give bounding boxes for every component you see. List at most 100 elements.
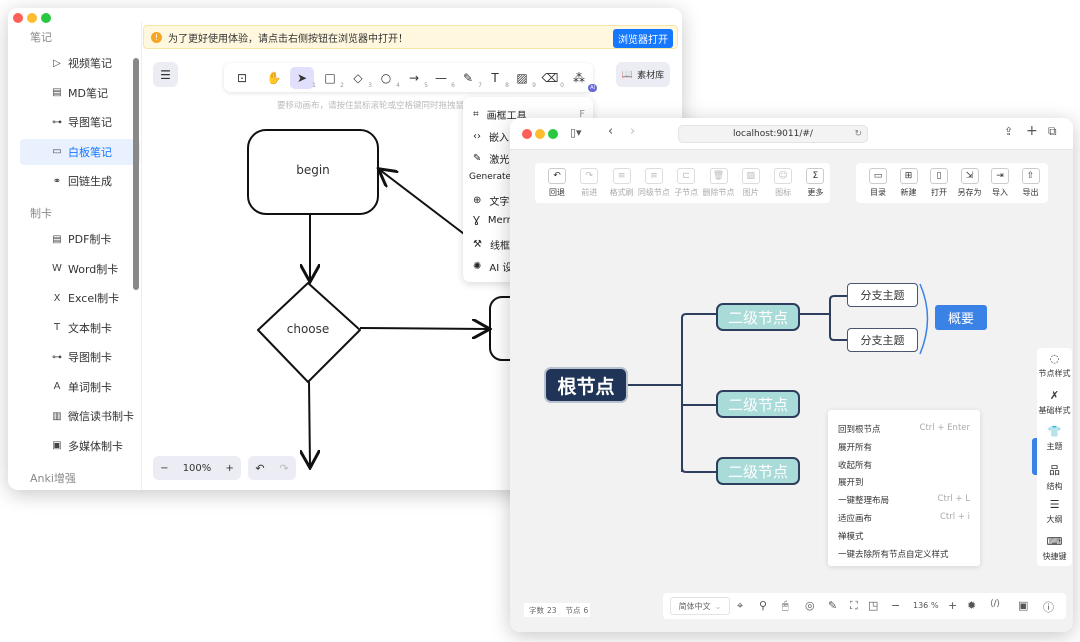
tool-eraser[interactable]: ⌫ 0: [538, 67, 564, 89]
tool-shortcut: 2: [340, 82, 344, 89]
sidebar-item[interactable]: T 文本制卡: [20, 315, 140, 341]
tool-arrow[interactable]: → 5: [402, 67, 428, 89]
fit-icon[interactable]: ◳: [868, 599, 878, 612]
line-icon: —: [435, 71, 447, 85]
fullscreen-icon[interactable]: ⛶: [850, 599, 858, 613]
text-icon: T: [53, 322, 61, 333]
zoom-value[interactable]: 136: [913, 601, 928, 610]
image-icon: ▨: [516, 71, 528, 85]
tool-line[interactable]: —6: [429, 67, 455, 89]
branch-node[interactable]: 分支主题: [847, 283, 918, 307]
arrow[interactable]: [359, 328, 488, 329]
code-icon[interactable]: ⟨/⟩: [990, 599, 1000, 609]
edit-icon[interactable]: ✎: [828, 599, 837, 612]
mouse-icon[interactable]: 🖱: [782, 599, 789, 613]
context-menu-item[interactable]: 展开到: [838, 476, 970, 488]
context-menu-item[interactable]: 收起所有: [838, 459, 970, 471]
zoom-out-button[interactable]: −: [160, 463, 168, 474]
summary-node[interactable]: 概要: [935, 305, 987, 330]
tool-lock[interactable]: ⊡: [230, 67, 254, 89]
menu-item-embed[interactable]: ‹› 嵌入: [473, 129, 509, 144]
presentation-icon[interactable]: ▣: [1018, 599, 1028, 612]
tool-rectangle[interactable]: □ 2: [318, 67, 344, 89]
menu-button[interactable]: ☰: [153, 62, 178, 87]
zoom-in-button[interactable]: +: [225, 463, 233, 474]
zoom-level[interactable]: 100%: [183, 463, 212, 474]
arrow[interactable]: [309, 381, 310, 466]
menu-item-wireframe[interactable]: ⚒ 线框: [473, 237, 510, 252]
sidebar-item[interactable]: ▣ 多媒体制卡: [20, 433, 140, 459]
sidebar-item[interactable]: ⊶ 导图笔记: [20, 109, 140, 135]
sidebar-scrollbar[interactable]: [133, 58, 139, 290]
tool-pointer[interactable]: ➤ 1: [290, 67, 316, 89]
panel-button-outline[interactable]: ☰ 大纲: [1037, 498, 1072, 525]
drawing-toolbar: ⊡ ✋ ➤ 1 □ 2 ◇ 3 ○ 4 → 5—6 ✎ 7 T 8 ▨ 9 ⌫ 0 ⁂ AI: [224, 63, 597, 92]
tool-shapes[interactable]: ⁂ AI: [567, 67, 597, 92]
zoom-in-icon[interactable]: +: [948, 599, 957, 612]
library-button[interactable]: 📖 素材库: [616, 62, 670, 87]
context-menu-item[interactable]: 禅模式: [838, 530, 970, 542]
level2-node[interactable]: 二级节点: [716, 390, 800, 418]
menu-item-text-to-diagram[interactable]: ⊕ 文字: [473, 193, 509, 208]
tool-text[interactable]: T8: [483, 67, 509, 89]
sidebar-section-title: 制卡: [30, 207, 52, 220]
media-icon: ▣: [52, 440, 62, 451]
pencil-icon: ✎: [462, 71, 474, 85]
status-bar: 字数 23 节点 6: [524, 603, 590, 617]
panel-button-keyboard[interactable]: ⌨ 快捷键: [1037, 535, 1072, 562]
redo-icon[interactable]: ↷: [279, 462, 288, 475]
sidebar-item[interactable]: W Word制卡: [20, 256, 140, 282]
mermaid-icon: Ɣ: [473, 215, 480, 226]
generate-section-title: Generate: [469, 172, 512, 182]
arrow[interactable]: [380, 170, 473, 241]
panel-button-structure[interactable]: 品结构: [1037, 462, 1072, 492]
context-menu-item[interactable]: 回到根节点 Ctrl + Enter: [838, 423, 970, 435]
chevron-down-icon: ⌄: [714, 601, 722, 611]
word-icon: W: [52, 263, 62, 274]
sidebar-item[interactable]: ⊶ 导图制卡: [20, 344, 140, 370]
warning-icon: !: [151, 31, 162, 43]
menu-item-laser[interactable]: ✎ 激光: [473, 151, 509, 166]
branch-node[interactable]: 分支主题: [847, 328, 918, 352]
search-icon[interactable]: ⚲: [759, 599, 767, 612]
context-menu-item[interactable]: 一键整理布局 Ctrl + L: [838, 494, 970, 506]
context-menu-item[interactable]: 适应画布 Ctrl + i: [838, 512, 970, 524]
sidebar-item[interactable]: ▥ 微信读书制卡: [20, 403, 140, 429]
tool-shortcut: 4: [396, 82, 400, 89]
sidebar-item[interactable]: ⚭ 回链生成: [20, 168, 140, 194]
sidebar-item[interactable]: ▤ PDF制卡: [20, 226, 140, 252]
eraser-icon: ⌫: [541, 71, 559, 85]
level2-node[interactable]: 二级节点: [716, 303, 800, 331]
sidebar-item[interactable]: ▤ MD笔记: [20, 80, 140, 106]
panel-button-shirt[interactable]: 👕 主题: [1037, 425, 1072, 452]
dark-mode-icon[interactable]: ✹: [967, 599, 976, 612]
menu-item-ai[interactable]: ✺ AI 设: [473, 259, 512, 274]
tool-pencil[interactable]: ✎ 7: [456, 67, 482, 89]
undo-icon[interactable]: ↶: [255, 462, 264, 475]
level2-node[interactable]: 二级节点: [716, 457, 800, 485]
compass-icon[interactable]: ◎: [805, 599, 815, 612]
tool-image[interactable]: ▨ 9: [510, 67, 536, 89]
zoom-out-icon[interactable]: −: [891, 599, 900, 612]
tool-circle[interactable]: ○ 4: [374, 67, 400, 89]
context-menu-item[interactable]: 一键去除所有节点自定义样式: [838, 548, 970, 560]
sidebar: 笔记 制卡 Anki增强 ▷ 视频笔记 ▤ MD笔记 ⊶ 导图笔记 ▭ 白板笔记 ⚭ 回链生成 ▤ P…: [8, 22, 142, 490]
locate-root-icon[interactable]: ⌖: [737, 599, 743, 613]
panel-button-paint[interactable]: ◌ 节点样式: [1037, 352, 1072, 379]
root-node[interactable]: 根节点: [544, 367, 628, 403]
frame-icon: ⌗: [473, 109, 479, 120]
context-menu-item[interactable]: 展开所有: [838, 441, 970, 453]
sidebar-section-title: 笔记: [30, 31, 52, 44]
sidebar-item[interactable]: ▭ 白板笔记: [20, 138, 140, 165]
pdf-icon: ▤: [52, 233, 62, 245]
panel-button-magic[interactable]: ✗ 基础样式: [1037, 389, 1072, 416]
help-icon[interactable]: ⓘ: [1043, 599, 1054, 615]
sidebar-item[interactable]: A 单词制卡: [20, 374, 140, 400]
wand-icon: ⚒: [473, 239, 482, 250]
tool-hand[interactable]: ✋: [262, 67, 286, 89]
open-in-browser-button[interactable]: 浏览器打开: [613, 29, 673, 48]
sidebar-item[interactable]: X Excel制卡: [20, 285, 140, 311]
tool-diamond[interactable]: ◇ 3: [346, 67, 372, 89]
language-select[interactable]: 简体中文 ⌄: [670, 597, 730, 615]
sidebar-item[interactable]: ▷ 视频笔记: [20, 50, 140, 76]
